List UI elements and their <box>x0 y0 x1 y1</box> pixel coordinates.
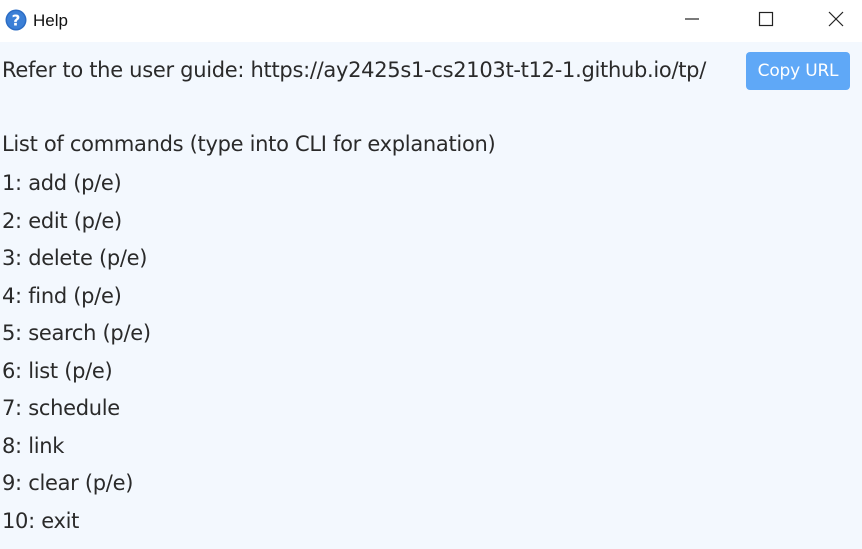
command-item: 5: search (p/e) <box>2 321 151 345</box>
minimize-icon <box>684 11 700 32</box>
command-item: 4: find (p/e) <box>2 283 122 308</box>
command-list: 1: add (p/e) 2: edit (p/e) 3: delete (p/… <box>2 170 151 545</box>
command-item: 2: edit (p/e) <box>2 208 122 233</box>
command-item: 3: delete (p/e) <box>2 246 148 270</box>
svg-text:?: ? <box>12 12 21 30</box>
maximize-button[interactable] <box>736 0 796 42</box>
command-item: 1: add (p/e) <box>2 171 122 195</box>
commands-header: List of commands (type into CLI for expl… <box>2 132 496 156</box>
command-item: 8: link <box>2 433 65 458</box>
close-button[interactable] <box>806 0 862 42</box>
copy-url-button[interactable]: Copy URL <box>746 52 850 90</box>
window-title: Help <box>33 11 68 30</box>
command-item: 10: exit <box>2 508 80 533</box>
title-bar[interactable]: ? Help <box>0 0 862 42</box>
command-item: 9: clear (p/e) <box>2 471 134 495</box>
user-guide-text: Refer to the user guide: https://ay2425s… <box>2 58 706 82</box>
minimize-button[interactable] <box>662 0 722 42</box>
help-content: Refer to the user guide: https://ay2425s… <box>0 42 862 549</box>
command-item: 7: schedule <box>2 396 120 420</box>
help-question-icon: ? <box>5 9 27 31</box>
maximize-icon <box>758 11 774 32</box>
help-window: ? Help Refer to the user guide: https://… <box>0 0 862 549</box>
close-icon <box>828 11 844 32</box>
command-item: 6: list (p/e) <box>2 358 113 383</box>
